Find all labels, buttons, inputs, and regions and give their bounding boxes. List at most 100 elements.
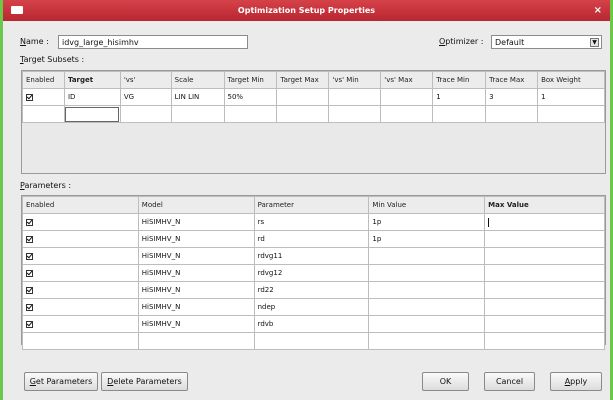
empty-cell[interactable] — [485, 105, 539, 123]
new-target-cell[interactable] — [63, 105, 121, 123]
empty-cell[interactable] — [253, 332, 370, 350]
enabled-cell[interactable] — [22, 247, 139, 265]
enabled-checkbox[interactable] — [26, 218, 33, 226]
enabled-cell[interactable] — [22, 315, 139, 333]
max-value-cell[interactable] — [484, 315, 605, 333]
enabled-cell[interactable] — [22, 88, 65, 106]
enabled-checkbox[interactable] — [26, 286, 33, 294]
col-max-value[interactable]: Max Value — [484, 196, 605, 214]
table-row[interactable]: ID VG LIN LIN 50% 1 3 1 — [22, 88, 605, 106]
parameter-cell[interactable]: ndep — [253, 298, 370, 316]
min-value-cell[interactable]: 1p — [368, 230, 486, 248]
enabled-cell[interactable] — [22, 264, 139, 282]
table-row-new[interactable] — [22, 332, 605, 350]
target-min-cell[interactable]: 50% — [223, 88, 278, 106]
table-row[interactable]: HiSIMHV_N rdvg12 — [22, 264, 605, 282]
col-model[interactable]: Model — [137, 196, 255, 214]
vs-max-cell[interactable] — [380, 88, 434, 106]
model-cell[interactable]: HiSIMHV_N — [137, 213, 255, 231]
enabled-checkbox[interactable] — [26, 303, 33, 311]
col-box-weight[interactable]: Box Weight — [537, 71, 605, 89]
col-enabled[interactable]: Enabled — [22, 196, 139, 214]
enabled-checkbox[interactable] — [26, 235, 33, 243]
parameter-cell[interactable]: rs — [253, 213, 370, 231]
title-bar[interactable]: Optimization Setup Properties × — [3, 0, 610, 21]
enabled-cell[interactable] — [22, 281, 139, 299]
model-cell[interactable]: HiSIMHV_N — [137, 247, 255, 265]
box-weight-cell[interactable]: 1 — [537, 88, 605, 106]
max-value-cell[interactable] — [484, 298, 605, 316]
col-target[interactable]: Target — [63, 71, 121, 89]
table-row[interactable]: HiSIMHV_N rdvg11 — [22, 247, 605, 265]
parameter-cell[interactable]: rd22 — [253, 281, 370, 299]
empty-cell[interactable] — [432, 105, 487, 123]
col-vs-max[interactable]: 'vs' Max — [380, 71, 434, 89]
max-value-cell[interactable] — [484, 230, 605, 248]
vs-min-cell[interactable] — [328, 88, 382, 106]
max-value-cell[interactable] — [484, 247, 605, 265]
close-icon[interactable]: × — [594, 0, 602, 21]
parameter-cell[interactable]: rdvg11 — [253, 247, 370, 265]
enabled-cell[interactable] — [22, 230, 139, 248]
enabled-checkbox[interactable] — [26, 252, 33, 260]
min-value-cell[interactable] — [368, 264, 486, 282]
enabled-checkbox[interactable] — [26, 320, 33, 328]
empty-cell[interactable] — [368, 332, 486, 350]
col-target-min[interactable]: Target Min — [223, 71, 278, 89]
empty-cell[interactable] — [484, 332, 605, 350]
table-row[interactable]: HiSIMHV_N ndep — [22, 298, 605, 316]
empty-cell[interactable] — [137, 332, 255, 350]
col-min-value[interactable]: Min Value — [368, 196, 486, 214]
table-row[interactable]: HiSIMHV_N rd 1p — [22, 230, 605, 248]
target-cell[interactable]: ID — [63, 88, 121, 106]
empty-cell[interactable] — [223, 105, 278, 123]
max-value-cell[interactable] — [484, 264, 605, 282]
max-value-cell[interactable] — [484, 281, 605, 299]
col-vs-min[interactable]: 'vs' Min — [328, 71, 382, 89]
window-menu-icon[interactable] — [11, 6, 23, 14]
enabled-checkbox[interactable] — [26, 269, 33, 277]
table-row[interactable]: HiSIMHV_N rd22 — [22, 281, 605, 299]
optimizer-select[interactable]: Default ▼ — [491, 35, 602, 49]
parameter-cell[interactable]: rd — [253, 230, 370, 248]
delete-parameters-button[interactable]: Delete Parameters — [101, 372, 188, 391]
vs-cell[interactable]: VG — [119, 88, 172, 106]
min-value-cell[interactable] — [368, 298, 486, 316]
model-cell[interactable]: HiSIMHV_N — [137, 281, 255, 299]
cancel-button[interactable]: Cancel — [484, 372, 535, 391]
ok-button[interactable]: OK — [422, 372, 469, 391]
empty-cell[interactable] — [170, 105, 225, 123]
empty-cell[interactable] — [276, 105, 330, 123]
col-enabled[interactable]: Enabled — [22, 71, 65, 89]
empty-cell[interactable] — [22, 332, 139, 350]
table-row[interactable]: HiSIMHV_N rdvb — [22, 315, 605, 333]
model-cell[interactable]: HiSIMHV_N — [137, 315, 255, 333]
empty-cell[interactable] — [119, 105, 172, 123]
empty-cell[interactable] — [22, 105, 65, 123]
min-value-cell[interactable] — [368, 315, 486, 333]
col-scale[interactable]: Scale — [170, 71, 225, 89]
parameter-cell[interactable]: rdvb — [253, 315, 370, 333]
parameter-cell[interactable]: rdvg12 — [253, 264, 370, 282]
model-cell[interactable]: HiSIMHV_N — [137, 298, 255, 316]
chevron-down-icon[interactable]: ▼ — [590, 38, 599, 47]
empty-cell[interactable] — [328, 105, 382, 123]
empty-cell[interactable] — [537, 105, 605, 123]
model-cell[interactable]: HiSIMHV_N — [137, 230, 255, 248]
trace-max-cell[interactable]: 3 — [485, 88, 539, 106]
col-vs[interactable]: 'vs' — [119, 71, 172, 89]
target-max-cell[interactable] — [276, 88, 330, 106]
trace-min-cell[interactable]: 1 — [432, 88, 487, 106]
max-value-cell[interactable] — [484, 213, 605, 231]
model-cell[interactable]: HiSIMHV_N — [137, 264, 255, 282]
empty-cell[interactable] — [380, 105, 434, 123]
enabled-cell[interactable] — [22, 213, 139, 231]
min-value-cell[interactable] — [368, 281, 486, 299]
min-value-cell[interactable] — [368, 247, 486, 265]
scale-cell[interactable]: LIN LIN — [170, 88, 225, 106]
enabled-checkbox[interactable] — [26, 93, 33, 101]
table-row[interactable]: HiSIMHV_N rs 1p — [22, 213, 605, 231]
table-row-new[interactable] — [22, 105, 605, 123]
get-parameters-button[interactable]: Get Parameters — [24, 372, 98, 391]
min-value-cell[interactable]: 1p — [368, 213, 486, 231]
